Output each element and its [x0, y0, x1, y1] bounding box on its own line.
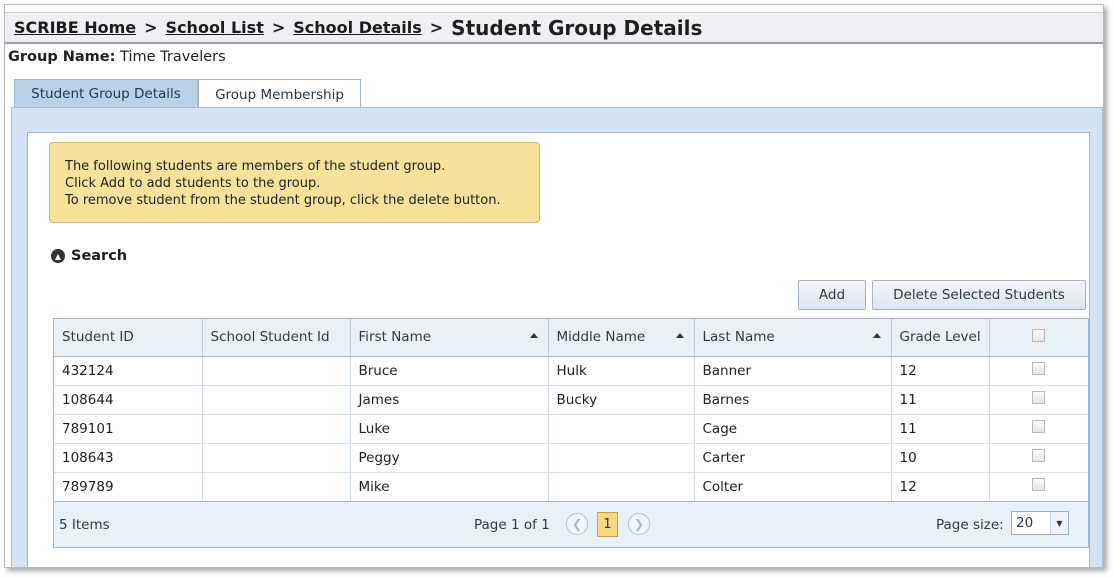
column-header-last-name[interactable]: Last Name [694, 319, 892, 357]
tab-panel: The following students are members of th… [11, 107, 1103, 567]
cell-middle-name [548, 414, 695, 444]
notice-line: The following students are members of th… [65, 159, 446, 174]
cell-grade-level: 10 [891, 443, 990, 473]
column-header-student-id[interactable]: Student ID [54, 319, 203, 357]
chevron-down-icon[interactable]: ▼ [1050, 512, 1068, 534]
cell-school-student-id [202, 443, 351, 473]
cell-middle-name [548, 472, 695, 502]
column-header-school-student-id[interactable]: School Student Id [202, 319, 351, 357]
cell-grade-level: 11 [891, 414, 990, 444]
cell-school-student-id [202, 385, 351, 415]
column-header-middle-name[interactable]: Middle Name [548, 319, 695, 357]
tab-bar: Student Group Details Group Membership [14, 79, 361, 109]
row-checkbox[interactable] [1032, 449, 1046, 462]
cell-grade-level: 12 [891, 356, 990, 386]
cell-grade-level: 11 [891, 385, 990, 415]
breadcrumb-link-school-list[interactable]: School List [166, 18, 264, 37]
breadcrumb-separator: > [271, 18, 286, 37]
table-row[interactable]: 432124 Bruce Hulk Banner 12 [54, 356, 1088, 386]
cell-student-id: 432124 [54, 356, 203, 386]
table-row[interactable]: 108644 James Bucky Barnes 11 [54, 385, 1088, 415]
cell-select [989, 414, 1088, 444]
column-header-select-all [989, 319, 1088, 357]
column-header-first-name[interactable]: First Name [350, 319, 549, 357]
cell-first-name: Luke [350, 414, 549, 444]
add-button[interactable]: Add [798, 280, 866, 310]
cell-middle-name [548, 443, 695, 473]
cell-last-name: Barnes [694, 385, 892, 415]
breadcrumb: SCRIBE Home > School List > School Detai… [5, 12, 1103, 44]
cell-first-name: Mike [350, 472, 549, 502]
cell-select [989, 356, 1088, 386]
cell-student-id: 789789 [54, 472, 203, 502]
students-table: Student ID School Student Id First Name … [54, 319, 1088, 502]
page-title: Student Group Details [451, 15, 703, 40]
sort-ascending-icon [675, 333, 684, 338]
cell-school-student-id [202, 414, 351, 444]
sort-ascending-icon [529, 333, 538, 338]
row-checkbox[interactable] [1032, 362, 1046, 375]
cell-last-name: Carter [694, 443, 892, 473]
cell-select [989, 472, 1088, 502]
next-page-icon[interactable]: ❯ [628, 513, 650, 535]
group-name-value: Time Travelers [120, 49, 226, 65]
table-row[interactable]: 108643 Peggy Carter 10 [54, 443, 1088, 473]
breadcrumb-separator: > [144, 18, 158, 37]
row-checkbox[interactable] [1032, 391, 1046, 404]
cell-last-name: Cage [694, 414, 892, 444]
page-size-label: Page size: [936, 517, 1004, 533]
row-checkbox[interactable] [1032, 420, 1046, 433]
students-grid: Student ID School Student Id First Name … [53, 318, 1089, 548]
cell-school-student-id [202, 356, 351, 386]
table-row[interactable]: 789789 Mike Colter 12 [54, 472, 1088, 502]
delete-selected-students-button[interactable]: Delete Selected Students [872, 280, 1086, 310]
cell-student-id: 789101 [54, 414, 203, 444]
breadcrumb-link-home[interactable]: SCRIBE Home [14, 18, 136, 37]
cell-last-name: Colter [694, 472, 892, 502]
page-info: Page 1 of 1 [474, 517, 550, 533]
cell-school-student-id [202, 472, 351, 502]
page-size-select[interactable]: 20 ▼ [1011, 511, 1069, 535]
cell-select [989, 385, 1088, 415]
pager: 5 Items Page 1 of 1 ❮ 1 ❯ Page size: 20 … [54, 501, 1088, 547]
cell-first-name: Peggy [350, 443, 549, 473]
group-name: Group Name: Time Travelers [8, 49, 226, 65]
tab-student-group-details[interactable]: Student Group Details [14, 79, 198, 108]
notice-line: Click Add to add students to the group. [65, 176, 321, 191]
cell-student-id: 108643 [54, 443, 203, 473]
collapse-circle-icon[interactable]: ▲ [51, 249, 65, 263]
current-page-button[interactable]: 1 [597, 512, 618, 537]
previous-page-icon[interactable]: ❮ [566, 513, 588, 535]
window-frame: SCRIBE Home > School List > School Detai… [4, 4, 1104, 568]
tab-group-membership[interactable]: Group Membership [198, 79, 361, 109]
search-label: Search [71, 248, 128, 264]
group-name-label: Group Name: [8, 49, 116, 65]
cell-first-name: Bruce [350, 356, 549, 386]
cell-student-id: 108644 [54, 385, 203, 415]
sort-ascending-icon [872, 333, 881, 338]
item-count: 5 Items [59, 517, 110, 533]
column-header-grade-level[interactable]: Grade Level [891, 319, 990, 357]
notice-line: To remove student from the student group… [65, 193, 501, 208]
membership-panel: The following students are members of th… [27, 132, 1090, 567]
breadcrumb-separator: > [429, 18, 444, 37]
row-checkbox[interactable] [1032, 478, 1046, 491]
cell-middle-name: Bucky [548, 385, 695, 415]
breadcrumb-link-school-details[interactable]: School Details [293, 18, 422, 37]
info-notice: The following students are members of th… [49, 142, 540, 223]
table-row[interactable]: 789101 Luke Cage 11 [54, 414, 1088, 444]
cell-middle-name: Hulk [548, 356, 695, 386]
select-all-checkbox[interactable] [1032, 328, 1046, 342]
page-size-value: 20 [1016, 515, 1034, 531]
table-header-row: Student ID School Student Id First Name … [54, 319, 1088, 357]
search-toggle[interactable]: ▲ Search [51, 248, 127, 264]
cell-grade-level: 12 [891, 472, 990, 502]
cell-select [989, 443, 1088, 473]
cell-first-name: James [350, 385, 549, 415]
cell-last-name: Banner [694, 356, 892, 386]
